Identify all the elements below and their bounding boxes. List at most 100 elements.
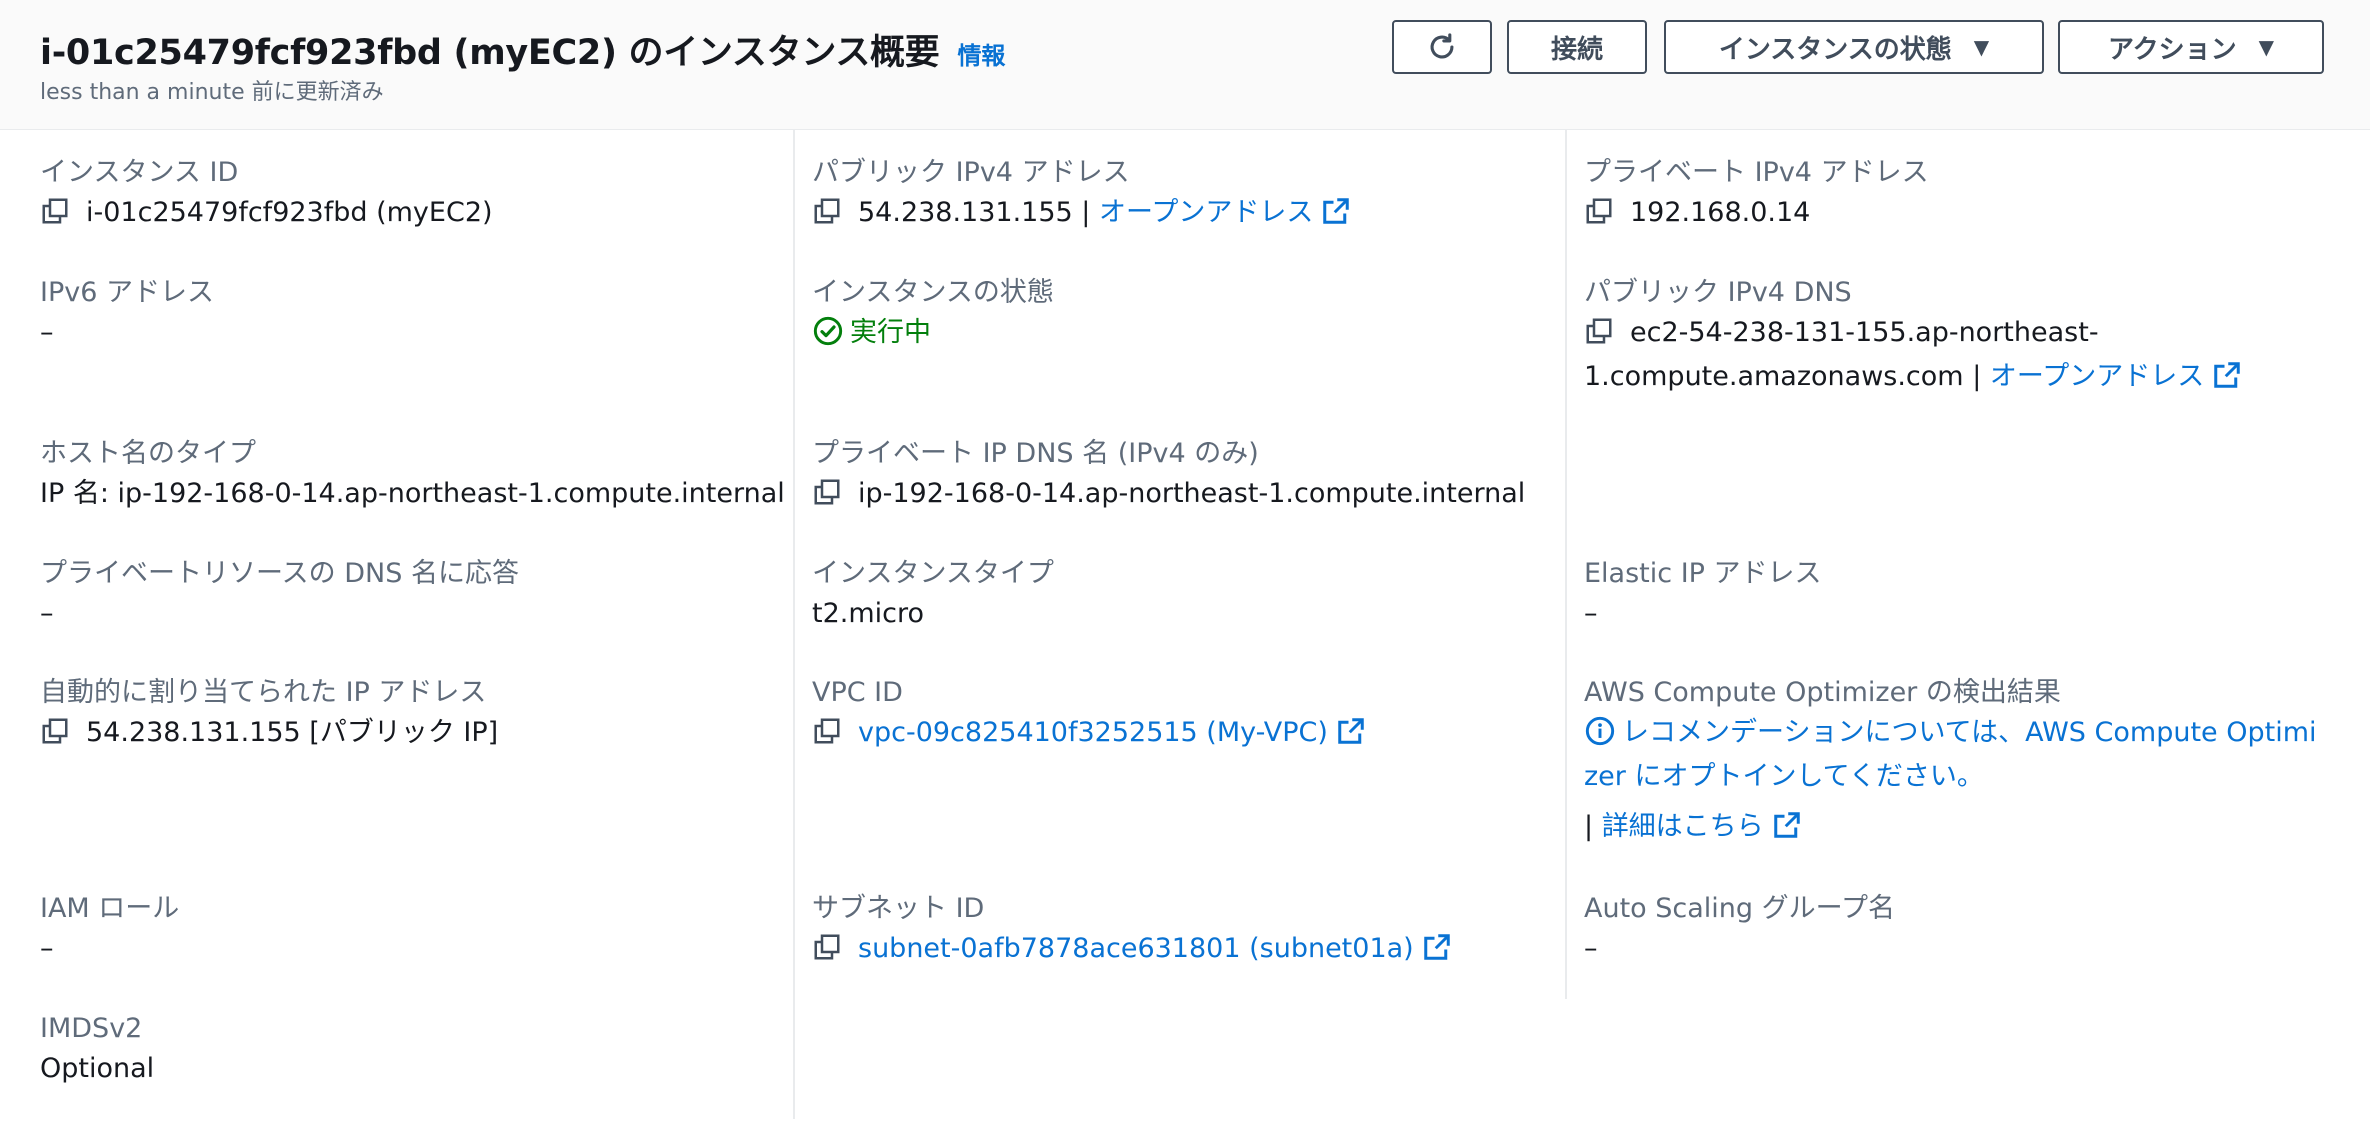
copy-icon[interactable] (1584, 196, 1614, 226)
field-label: ホスト名のタイプ (40, 438, 256, 469)
field-value: 実行中 (812, 311, 1054, 355)
private-ipv4-value: 192.168.0.14 (1630, 197, 1811, 228)
copy-icon[interactable] (40, 196, 70, 226)
field-elastic-ip: Elastic IP アドレス – (1584, 556, 1822, 636)
field-value: t2.micro (812, 598, 925, 629)
open-address-link[interactable]: オープンアドレス (1990, 361, 2204, 392)
field-label: インスタンスタイプ (812, 558, 1054, 589)
details-column-1: インスタンス ID i-01c25479fcf923fbd (myEC2) IP… (40, 129, 785, 1119)
external-link-icon (1773, 811, 1800, 838)
copy-icon[interactable] (812, 716, 842, 746)
field-public-dns: パブリック IPv4 DNS ec2-54-238-131-155.ap-nor… (1584, 275, 2344, 399)
field-value: i-01c25479fcf923fbd (myEC2) (40, 191, 493, 235)
field-label: 自動的に割り当てられた IP アドレス (40, 677, 487, 708)
field-value: subnet-0afb7878ace631801 (subnet01a) (812, 927, 1452, 971)
field-label: IMDSv2 (40, 1013, 143, 1044)
field-value: 192.168.0.14 (1584, 191, 1929, 235)
field-auto-ip: 自動的に割り当てられた IP アドレス 54.238.131.155 [パブリッ… (40, 675, 498, 755)
field-value: 54.238.131.155 [パブリック IP] (40, 711, 498, 755)
public-dns-value-line1: ec2-54-238-131-155.ap-northeast- (1630, 317, 2099, 348)
separator: | (1963, 361, 1990, 392)
field-value: – (1584, 933, 1598, 964)
info-link[interactable]: 情報 (957, 36, 1005, 71)
field-label: サブネット ID (812, 893, 985, 924)
field-label: AWS Compute Optimizer の検出結果 (1584, 677, 2061, 708)
separator: | (1072, 197, 1099, 228)
title-row: i-01c25479fcf923fbd (myEC2) のインスタンス概要 情報 (40, 24, 1005, 75)
page-title: i-01c25479fcf923fbd (myEC2) のインスタンス概要 (40, 33, 940, 73)
field-label: プライベート IP DNS 名 (IPv4 のみ) (812, 438, 1259, 469)
subnet-id-link[interactable]: subnet-0afb7878ace631801 (subnet01a) (858, 933, 1414, 964)
field-label: パブリック IPv4 アドレス (812, 157, 1130, 188)
caret-down-icon: ▼ (2258, 35, 2275, 59)
external-link-icon (1338, 717, 1364, 744)
field-label: パブリック IPv4 DNS (1584, 277, 1852, 308)
open-address-link[interactable]: オープンアドレス (1099, 197, 1313, 228)
external-link-icon (2214, 361, 2241, 388)
field-public-ipv4: パブリック IPv4 アドレス 54.238.131.155 | オープンアドレ… (812, 155, 1351, 235)
instance-state-value: 実行中 (850, 317, 931, 348)
caret-down-icon: ▼ (1973, 35, 1990, 59)
external-link-icon (1423, 933, 1450, 960)
field-value: – (1584, 598, 1598, 629)
field-ipv6: IPv6 アドレス – (40, 275, 214, 355)
field-value: – (40, 598, 54, 629)
external-link-icon (1323, 197, 1350, 224)
learn-more-link[interactable]: 詳細はこちら (1602, 811, 1764, 842)
field-value: ip-192-168-0-14.ap-northeast-1.compute.i… (812, 472, 1525, 516)
copy-icon[interactable] (1584, 316, 1614, 346)
field-imdsv2: IMDSv2 Optional (40, 1011, 154, 1091)
info-icon (1585, 716, 1615, 745)
field-value: Optional (40, 1053, 155, 1084)
field-value: vpc-09c825410f3252515 (My-VPC) (812, 711, 1366, 755)
copy-icon[interactable] (812, 477, 842, 507)
field-instance-type: インスタンスタイプ t2.micro (812, 556, 1054, 636)
copy-icon[interactable] (40, 716, 70, 746)
details-column-3: プライベート IPv4 アドレス 192.168.0.14 パブリック IPv4… (1584, 129, 2344, 1119)
learn-more-row: | 詳細はこちら (1584, 805, 2344, 849)
field-resource-dns: プライベートリソースの DNS 名に応答 – (40, 556, 519, 636)
refresh-button[interactable] (1392, 20, 1492, 74)
field-instance-state: インスタンスの状態 実行中 (812, 275, 1054, 355)
field-value: 54.238.131.155 | オープンアドレス (812, 191, 1351, 235)
public-ipv4-value: 54.238.131.155 (858, 197, 1073, 228)
field-instance-id: インスタンス ID i-01c25479fcf923fbd (myEC2) (40, 155, 493, 235)
actions-dropdown[interactable]: アクション ▼ (2058, 20, 2324, 74)
field-subnet-id: サブネット ID subnet-0afb7878ace631801 (subne… (812, 891, 1452, 971)
instance-state-label: インスタンスの状態 (1718, 34, 1952, 65)
summary-header: i-01c25479fcf923fbd (myEC2) のインスタンス概要 情報… (0, 0, 2370, 130)
instance-state-dropdown[interactable]: インスタンスの状態 ▼ (1664, 20, 2044, 74)
field-label: IPv6 アドレス (40, 277, 214, 308)
field-iam-role: IAM ロール – (40, 891, 179, 971)
field-label: インスタンス ID (40, 157, 239, 188)
success-check-icon (813, 316, 843, 345)
field-value: IP 名: ip-192-168-0-14.ap-northeast-1.com… (40, 478, 785, 509)
field-label: プライベート IPv4 アドレス (1584, 157, 1929, 188)
public-dns-value-line2: 1.compute.amazonaws.com (1584, 361, 1964, 392)
last-updated-text: less than a minute 前に更新済み (40, 80, 384, 105)
connect-button-label: 接続 (1550, 34, 1603, 65)
vpc-id-link[interactable]: vpc-09c825410f3252515 (My-VPC) (858, 717, 1328, 748)
field-private-dns: プライベート IP DNS 名 (IPv4 のみ) ip-192-168-0-1… (812, 436, 1525, 516)
optimizer-message-line1[interactable]: レコメンデーションについては、AWS Compute Optimi (1584, 711, 2344, 755)
copy-icon[interactable] (812, 932, 842, 962)
pipe-separator: | (1584, 811, 1602, 842)
field-hostname-type: ホスト名のタイプ IP 名: ip-192-168-0-14.ap-northe… (40, 436, 785, 516)
optimizer-text-1: レコメンデーションについては、AWS Compute Optimi (1622, 717, 2317, 748)
instance-summary-panel: i-01c25479fcf923fbd (myEC2) のインスタンス概要 情報… (0, 0, 2370, 1136)
field-label: Auto Scaling グループ名 (1584, 893, 1896, 924)
field-value: – (40, 933, 54, 964)
connect-button[interactable]: 接続 (1507, 20, 1647, 74)
field-label: Elastic IP アドレス (1584, 558, 1822, 589)
refresh-icon (1430, 33, 1454, 59)
optimizer-message-line2[interactable]: zer にオプトインしてください。 (1584, 755, 2344, 799)
field-value: ec2-54-238-131-155.ap-northeast- (1584, 311, 2344, 355)
details-column-2: パブリック IPv4 アドレス 54.238.131.155 | オープンアドレ… (812, 129, 1552, 1119)
copy-icon[interactable] (812, 196, 842, 226)
field-label: IAM ロール (40, 893, 180, 924)
field-label: プライベートリソースの DNS 名に応答 (40, 558, 519, 589)
field-value-cont: 1.compute.amazonaws.com | オープンアドレス (1584, 355, 2344, 399)
field-label: VPC ID (812, 677, 903, 708)
field-vpc-id: VPC ID vpc-09c825410f3252515 (My-VPC) (812, 675, 1366, 755)
column-divider (1565, 129, 1567, 999)
